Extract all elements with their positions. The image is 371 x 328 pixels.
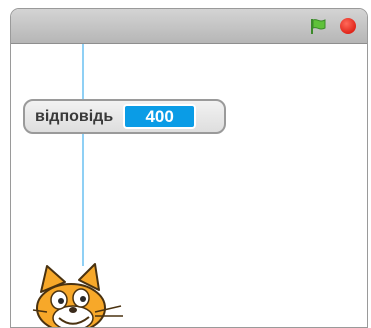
green-flag-icon[interactable] <box>309 17 327 35</box>
stage-canvas[interactable]: відповідь 400 <box>11 44 367 327</box>
variable-monitor[interactable]: відповідь 400 <box>23 99 226 134</box>
stage-header <box>11 9 367 44</box>
stop-icon[interactable] <box>340 18 356 34</box>
cat-sprite[interactable] <box>29 262 129 328</box>
stage-window: відповідь 400 <box>10 8 368 328</box>
variable-monitor-label: відповідь <box>35 107 114 125</box>
pen-line <box>82 44 84 266</box>
variable-monitor-value: 400 <box>123 104 197 129</box>
